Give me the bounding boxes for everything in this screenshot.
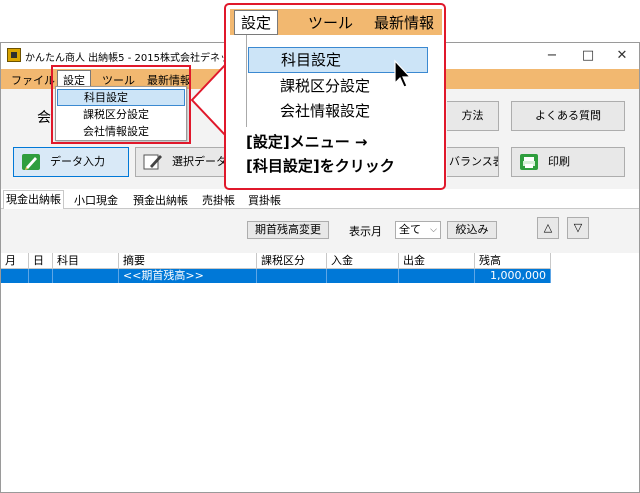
grid-header: 月 日 科目 摘要 課税区分 入金 出金 残高: [1, 253, 551, 269]
col-balance[interactable]: 残高: [475, 253, 551, 269]
faq-label: よくある質問: [535, 109, 601, 122]
callout-item-company-info-settings: 会社情報設定: [280, 102, 371, 120]
col-withdrawal[interactable]: 出金: [399, 253, 475, 269]
ledger-tabs: 現金出納帳 小口現金 預金出納帳 売掛帳 買掛帳: [1, 189, 639, 210]
filter-bar: 期首残高変更 表示月 全て ⌵ 絞込み △ ▽: [1, 209, 639, 253]
minimize-button[interactable]: −: [537, 43, 567, 69]
chevron-down-icon: ⌵: [430, 225, 437, 235]
callout-instruction-line1: [設定]メニュー →: [246, 133, 368, 151]
edit-icon: [143, 154, 162, 170]
cell-tax-category: [257, 269, 327, 283]
menu-file[interactable]: ファイル: [11, 72, 55, 88]
ledger-grid: 月 日 科目 摘要 課税区分 入金 出金 残高 <<期首残高>> 1,000,0…: [1, 253, 639, 492]
table-row[interactable]: <<期首残高>> 1,000,000: [1, 269, 551, 283]
callout-panel: 設定 ツール 最新情報 科目設定 課税区分設定 会社情報設定 [設定]メニュー …: [224, 3, 446, 190]
howto-label: 方法: [461, 109, 484, 122]
faq-button[interactable]: よくある質問: [511, 101, 625, 131]
balance-label: バランス表: [449, 155, 499, 168]
col-summary[interactable]: 摘要: [119, 253, 257, 269]
move-up-button[interactable]: △: [537, 217, 559, 239]
balance-button[interactable]: バランス表: [447, 147, 499, 177]
cell-account: [53, 269, 119, 283]
select-data-button[interactable]: 選択データ: [135, 147, 225, 177]
close-button[interactable]: ✕: [607, 43, 637, 69]
print-label: 印刷: [548, 155, 570, 168]
cell-month: [1, 269, 29, 283]
col-day[interactable]: 日: [29, 253, 53, 269]
print-button[interactable]: 印刷: [511, 147, 625, 177]
tab-payables[interactable]: 買掛帳: [246, 192, 283, 208]
tab-deposit-ledger[interactable]: 預金出納帳: [131, 192, 190, 208]
app-icon: [7, 48, 21, 62]
callout-instruction-line2: [科目設定]をクリック: [246, 157, 395, 175]
cell-deposit: [327, 269, 399, 283]
col-account[interactable]: 科目: [53, 253, 119, 269]
printer-icon: [520, 154, 538, 170]
highlight-box: [51, 65, 191, 144]
narrow-button[interactable]: 絞込み: [447, 221, 497, 239]
cell-day: [29, 269, 53, 283]
col-month[interactable]: 月: [1, 253, 29, 269]
tab-petty-cash[interactable]: 小口現金: [72, 192, 120, 208]
month-select[interactable]: 全て ⌵: [395, 221, 441, 239]
cell-balance: 1,000,000: [475, 269, 551, 283]
pencil-icon: [22, 154, 40, 170]
callout-menu-bar: 設定 ツール 最新情報: [230, 9, 442, 35]
data-entry-button[interactable]: データ入力: [13, 147, 129, 177]
howto-button[interactable]: 方法: [447, 101, 499, 131]
mouse-cursor-icon: [394, 59, 412, 88]
cell-withdrawal: [399, 269, 475, 283]
maximize-button[interactable]: □: [573, 43, 603, 69]
opening-balance-button[interactable]: 期首残高変更: [247, 221, 329, 239]
select-data-label: 選択データ: [172, 155, 225, 168]
callout-menu-news: 最新情報: [374, 14, 435, 32]
month-value: 全て: [399, 223, 421, 236]
col-tax-category[interactable]: 課税区分: [257, 253, 327, 269]
tab-cash-ledger[interactable]: 現金出納帳: [3, 190, 64, 210]
display-month-label: 表示月: [349, 225, 382, 238]
data-entry-label: データ入力: [50, 155, 105, 168]
tab-receivables[interactable]: 売掛帳: [200, 192, 237, 208]
callout-menu-settings: 設定: [234, 10, 279, 35]
toolbar-partial-label: 会: [37, 110, 51, 126]
col-deposit[interactable]: 入金: [327, 253, 399, 269]
move-down-button[interactable]: ▽: [567, 217, 589, 239]
callout-menu-tools: ツール: [308, 14, 354, 32]
cell-summary: <<期首残高>>: [119, 269, 257, 283]
